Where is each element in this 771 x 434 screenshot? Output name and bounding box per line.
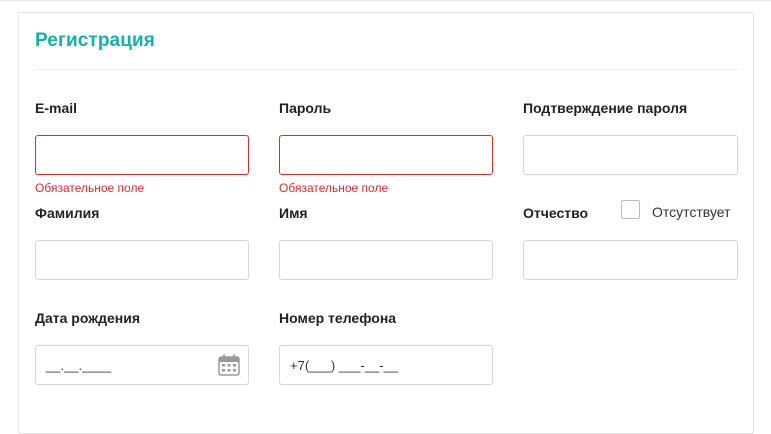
no-middle-name-label[interactable]: Отсутствует [652,204,731,220]
birth-date-mask: __.__.____ [46,358,112,373]
first-name-label: Имя [279,205,308,221]
phone-label: Номер телефона [279,310,397,326]
middle-name-field[interactable] [523,240,738,280]
form-title: Регистрация [35,30,155,51]
birth-date-field[interactable]: __.__.____ [35,345,249,385]
title-divider [35,69,738,70]
birth-date-label: Дата рождения [35,310,141,326]
email-error: Обязательное поле [35,181,145,195]
password-field[interactable] [279,135,493,175]
top-border [0,0,771,1]
first-name-field[interactable] [279,240,493,280]
password-confirm-field[interactable] [523,135,738,175]
email-field[interactable] [35,135,249,175]
password-error: Обязательное поле [279,181,389,195]
last-name-field[interactable] [35,240,249,280]
email-label: E-mail [35,100,78,116]
password-label: Пароль [279,100,332,116]
phone-mask: +7(___) ___-__-__ [290,358,399,373]
no-middle-name-checkbox[interactable] [621,200,640,219]
last-name-label: Фамилия [35,205,100,221]
phone-field[interactable]: +7(___) ___-__-__ [279,345,493,385]
middle-name-label: Отчество [523,205,589,221]
calendar-icon[interactable] [218,354,240,376]
password-confirm-label: Подтверждение пароля [523,100,688,116]
